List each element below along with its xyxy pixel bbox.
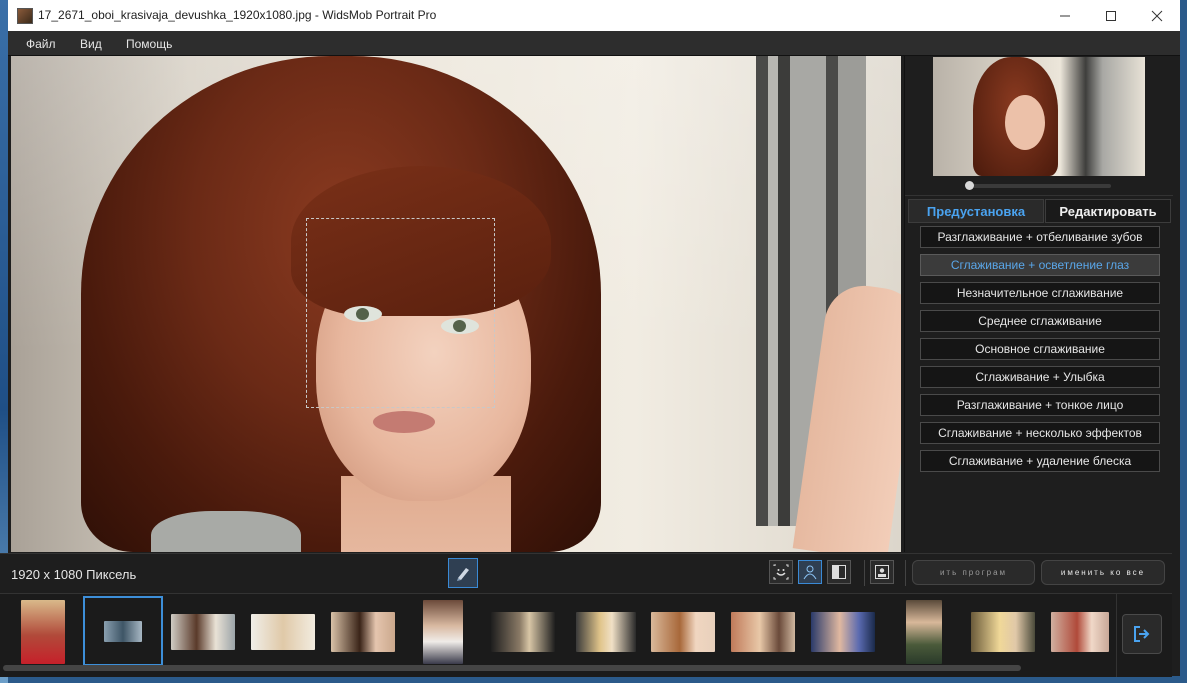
portrait-icon (875, 565, 889, 579)
menu-help[interactable]: Помощь (126, 37, 172, 51)
compare-toggle-button[interactable] (448, 558, 478, 588)
thumbnail[interactable] (491, 600, 555, 664)
menu-bar: Файл Вид Помощь (8, 31, 1180, 56)
app-icon (17, 8, 33, 24)
thumbnail[interactable] (331, 600, 395, 664)
minimize-button[interactable] (1042, 0, 1088, 31)
preset-button[interactable]: Сглаживание + Улыбка (920, 366, 1160, 388)
menu-view[interactable]: Вид (80, 37, 102, 51)
maximize-button[interactable] (1088, 0, 1134, 31)
thumbnail[interactable] (971, 600, 1035, 664)
preset-button[interactable]: Сглаживание + удаление блеска (920, 450, 1160, 472)
thumbnail-image (1051, 612, 1109, 652)
thumbnail-image (331, 612, 395, 652)
thumbnail[interactable] (811, 600, 875, 664)
thumbnail[interactable] (251, 600, 315, 664)
thumbnail-image (21, 600, 65, 664)
export-icon (1134, 626, 1150, 642)
export-button[interactable] (1122, 614, 1162, 654)
filmstrip-scrollbar[interactable] (3, 665, 1021, 671)
filmstrip-divider (1116, 594, 1117, 677)
thumbnail-image (651, 612, 715, 652)
thumbnail-image (104, 620, 142, 642)
preview-face (1005, 95, 1045, 150)
thumbnail-image (491, 612, 555, 652)
person-mask-button[interactable] (798, 560, 822, 584)
panel-divider (905, 195, 1173, 196)
minimize-icon (1060, 15, 1070, 16)
thumbnail-image (811, 612, 875, 652)
face-detect-button[interactable] (769, 560, 793, 584)
thumbnail-image (971, 612, 1035, 652)
preset-button[interactable]: Основное сглаживание (920, 338, 1160, 360)
thumbnail[interactable] (906, 600, 942, 664)
preview-thumbnail (933, 57, 1145, 176)
thumbnail-image (576, 612, 636, 652)
photo-canvas[interactable] (11, 56, 901, 552)
portrait-button[interactable] (870, 560, 894, 584)
toolbar-divider (905, 560, 906, 586)
status-bar: 1920 x 1080 Пиксель ить програм именить … (0, 553, 1172, 593)
thumbnail[interactable] (576, 600, 636, 664)
face-detection-box[interactable] (306, 218, 495, 408)
apply-all-button[interactable]: именить ко все (1041, 560, 1165, 585)
thumbnail-image (251, 614, 315, 650)
thumbnail-image (423, 600, 463, 664)
preset-button[interactable]: Разглаживание + отбеливание зубов (920, 226, 1160, 248)
compare-slider-thumb[interactable] (965, 181, 974, 190)
preset-button[interactable]: Разглаживание + тонкое лицо (920, 394, 1160, 416)
photo-shirt (151, 511, 301, 552)
split-view-icon (832, 565, 846, 579)
tab-preset[interactable]: Предустановка (908, 199, 1044, 223)
close-button[interactable] (1134, 0, 1180, 31)
smile-face-icon (773, 564, 789, 580)
window-title: 17_2671_oboi_krasivaja_devushka_1920x108… (38, 8, 437, 22)
thumbnail[interactable] (651, 600, 715, 664)
thumbnail[interactable] (20, 600, 66, 664)
photo-lips (373, 411, 435, 433)
pen-icon (457, 568, 469, 581)
apply-button[interactable]: ить програм (912, 560, 1035, 585)
thumbnail-image (171, 614, 235, 650)
split-view-button[interactable] (827, 560, 851, 584)
thumbnail[interactable] (423, 600, 463, 664)
close-icon (1151, 10, 1163, 21)
preset-list: Разглаживание + отбеливание зубов Сглажи… (920, 226, 1160, 478)
image-dimensions: 1920 x 1080 Пиксель (11, 567, 137, 582)
toolbar-divider (864, 560, 865, 586)
thumbnail-image (731, 612, 795, 652)
right-panel: Предустановка Редактировать Разглаживани… (904, 56, 1173, 552)
thumbnail[interactable] (731, 600, 795, 664)
thumbnail[interactable] (171, 600, 235, 664)
preset-button[interactable]: Сглаживание + несколько эффектов (920, 422, 1160, 444)
thumbnail-image (906, 600, 942, 664)
filmstrip (0, 593, 1172, 677)
thumbnail[interactable] (1051, 600, 1109, 664)
title-bar: 17_2671_oboi_krasivaja_devushka_1920x108… (8, 0, 1180, 31)
thumbnail-selected[interactable] (83, 596, 163, 666)
preset-button[interactable]: Среднее сглаживание (920, 310, 1160, 332)
compare-slider-track[interactable] (968, 184, 1111, 188)
preset-button-active[interactable]: Сглаживание + осветление глаз (920, 254, 1160, 276)
maximize-icon (1106, 10, 1116, 21)
tab-edit[interactable]: Редактировать (1045, 199, 1171, 223)
preset-button[interactable]: Незначительное сглаживание (920, 282, 1160, 304)
person-icon (803, 565, 817, 580)
menu-file[interactable]: Файл (26, 37, 56, 51)
